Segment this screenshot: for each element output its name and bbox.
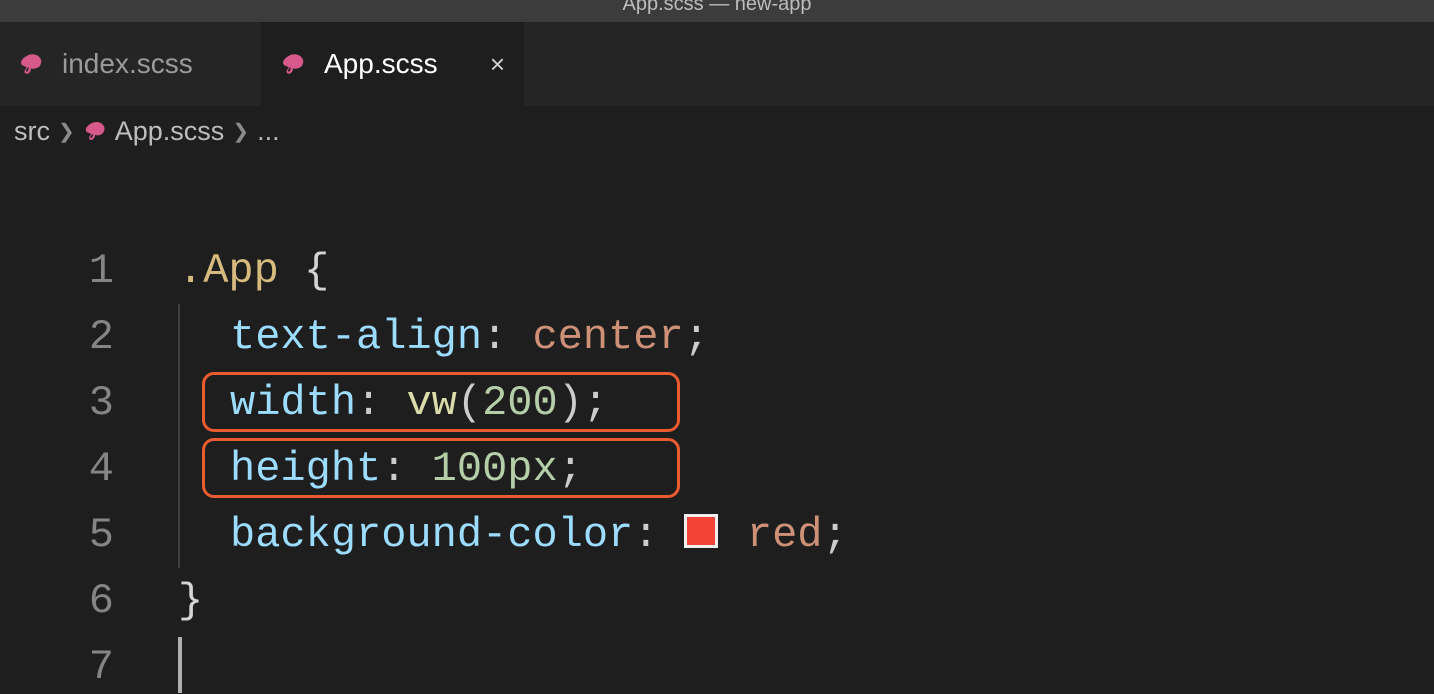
line-number: 2	[0, 304, 114, 370]
sass-icon	[280, 51, 306, 77]
window-title: App.scss — new-app	[623, 0, 812, 15]
code-token: red	[722, 511, 823, 559]
close-icon[interactable]: ×	[490, 51, 505, 77]
line-number: 7	[0, 634, 114, 694]
indent-guide	[178, 304, 180, 370]
code-token: :	[356, 379, 406, 427]
code-token: text-align	[230, 313, 482, 361]
code-line[interactable]: width: vw(200);	[134, 370, 1434, 436]
breadcrumb-segment[interactable]: App.scss	[115, 116, 225, 147]
code-token: :	[381, 445, 431, 493]
line-number-gutter: 1234567	[0, 238, 134, 694]
breadcrumb[interactable]: src ❯ App.scss ❯ ...	[0, 106, 1434, 156]
code-line[interactable]	[134, 634, 1434, 694]
code-token: :	[633, 511, 683, 559]
code-line[interactable]: }	[134, 568, 1434, 634]
sass-icon	[83, 119, 107, 143]
tab-index-scss[interactable]: index.scss	[0, 22, 262, 106]
code-line[interactable]: background-color: red;	[134, 502, 1434, 568]
chevron-right-icon: ❯	[232, 119, 249, 144]
indent-guide	[178, 370, 180, 436]
tab-label: App.scss	[324, 48, 438, 80]
code-token: center	[532, 313, 683, 361]
text-cursor	[178, 637, 182, 693]
code-token: :	[482, 313, 532, 361]
window-titlebar: App.scss — new-app	[0, 0, 1434, 22]
code-token: {	[304, 247, 329, 295]
code-line[interactable]: .App {	[134, 238, 1434, 304]
sass-icon	[18, 51, 44, 77]
code-token: )	[558, 379, 583, 427]
line-number: 5	[0, 502, 114, 568]
code-token: ;	[684, 313, 709, 361]
code-token: width	[230, 379, 356, 427]
code-area[interactable]: .App {text-align: center;width: vw(200);…	[134, 238, 1434, 694]
code-token: (	[457, 379, 482, 427]
code-token: }	[178, 577, 203, 625]
code-line[interactable]: text-align: center;	[134, 304, 1434, 370]
breadcrumb-segment[interactable]: src	[14, 116, 50, 147]
code-token: .App	[178, 247, 304, 295]
chevron-right-icon: ❯	[58, 119, 75, 144]
code-line[interactable]: height: 100px;	[134, 436, 1434, 502]
line-number: 4	[0, 436, 114, 502]
code-token: ;	[583, 379, 608, 427]
code-editor[interactable]: 1234567 .App {text-align: center;width: …	[0, 156, 1434, 694]
code-token: vw	[406, 379, 456, 427]
code-token: background-color	[230, 511, 633, 559]
indent-guide	[178, 436, 180, 502]
line-number: 3	[0, 370, 114, 436]
color-swatch[interactable]	[684, 514, 718, 548]
line-number: 1	[0, 238, 114, 304]
code-token: 100px	[432, 445, 558, 493]
code-token: ;	[823, 511, 848, 559]
indent-guide	[178, 502, 180, 568]
line-number: 6	[0, 568, 114, 634]
code-token: height	[230, 445, 381, 493]
code-token: ;	[558, 445, 583, 493]
tab-bar: index.scss App.scss ×	[0, 22, 1434, 106]
code-token: 200	[482, 379, 558, 427]
breadcrumb-segment[interactable]: ...	[257, 116, 280, 147]
tab-label: index.scss	[62, 48, 193, 80]
tab-app-scss[interactable]: App.scss ×	[262, 22, 524, 106]
